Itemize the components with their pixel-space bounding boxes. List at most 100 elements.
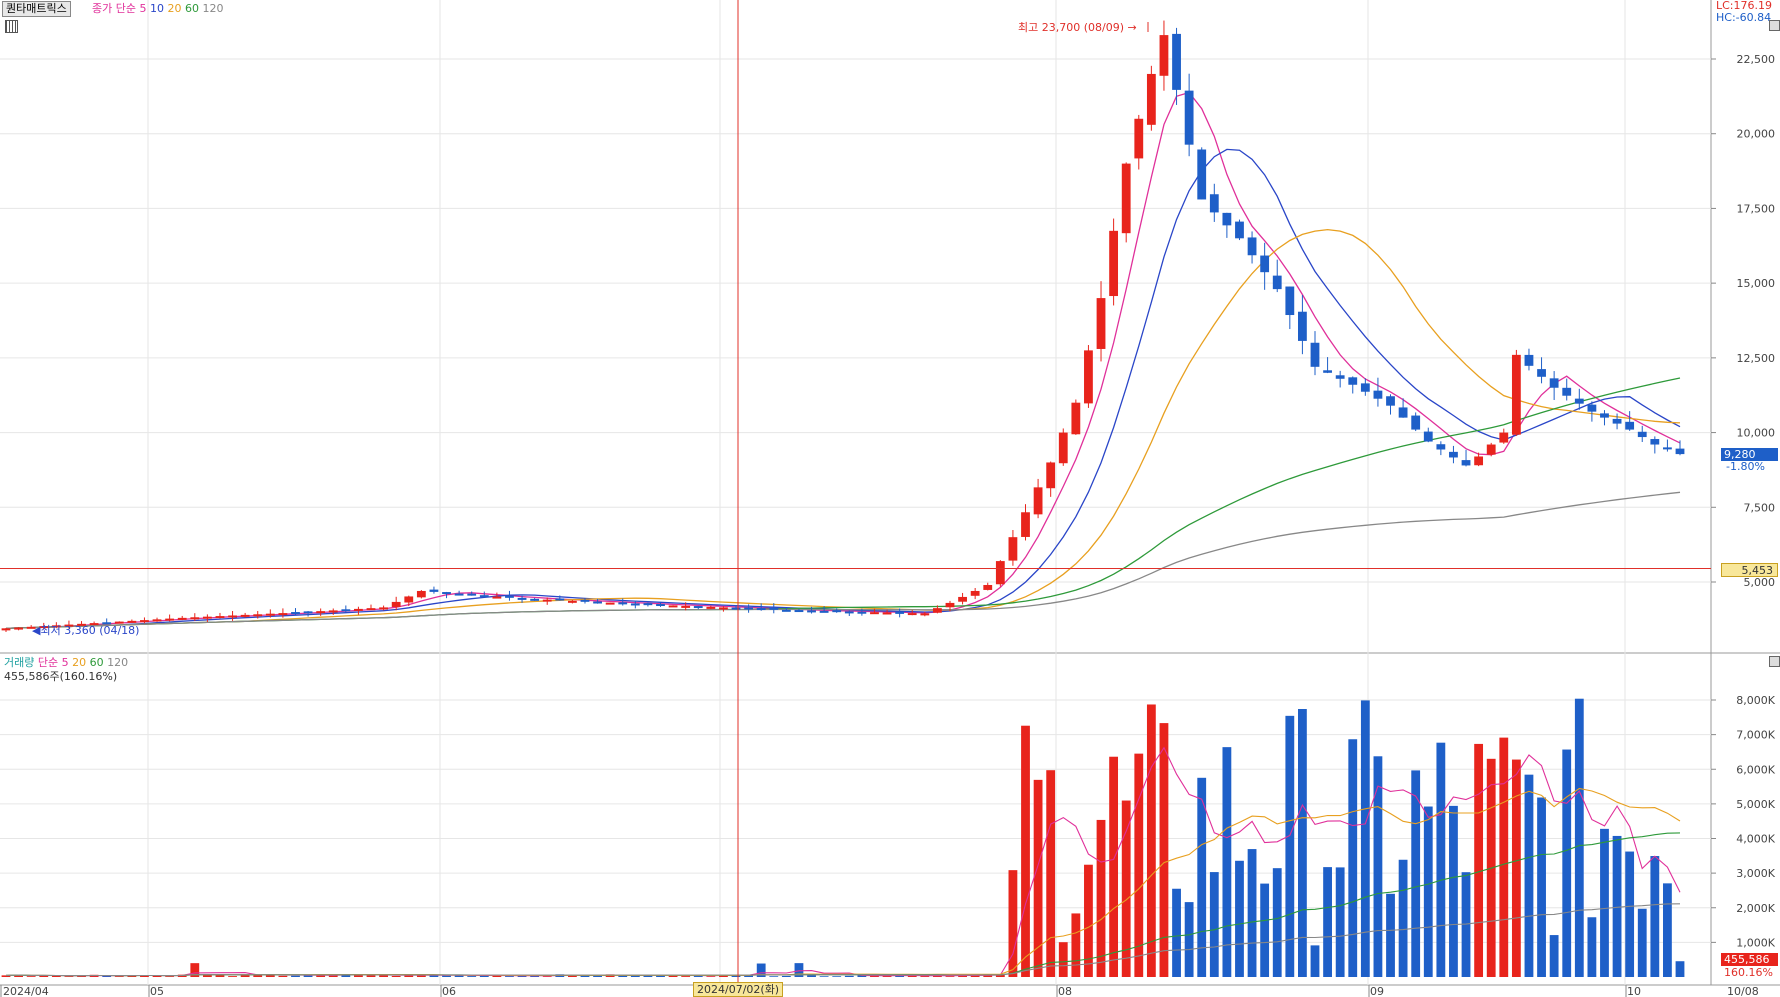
candle-body [354, 608, 363, 611]
volume-current: 455,586주(160.16%) [4, 670, 118, 683]
low-annotation: ◀최저 3,360 (04/18) [32, 622, 139, 638]
stock-chart: 22,500 20,000 17,500 15,000 12,500 10,000 7,50… [0, 0, 1780, 997]
candle-body [668, 605, 678, 608]
price-legend: 종가 단순 5 10 20 60 120 [92, 1, 223, 16]
volume-bar [832, 976, 842, 977]
candle-body [882, 612, 892, 615]
volume-bar [366, 975, 376, 977]
candle-body [630, 603, 640, 606]
volume-bar [769, 976, 779, 977]
candle-body [567, 600, 577, 603]
candle-body [1411, 415, 1421, 430]
volume-bar [165, 976, 175, 977]
price-tick-label: 20,000 [1737, 128, 1776, 141]
x-tick-label: 06 [442, 985, 456, 997]
volume-bar [1310, 945, 1320, 977]
legend-ma120: 120 [202, 2, 224, 15]
candle-body [731, 607, 741, 610]
candle-body [832, 610, 842, 613]
candle-body [1272, 275, 1282, 290]
grid-icon[interactable] [5, 20, 18, 33]
candle-body [1663, 447, 1672, 450]
candle-body [442, 592, 451, 595]
candle-body [1511, 354, 1521, 435]
volume-bar [467, 976, 477, 977]
volume-bar [1637, 908, 1647, 977]
volume-bar [1172, 888, 1181, 977]
candle-body [341, 609, 351, 612]
volume-bar [1058, 942, 1068, 977]
volume-bar [505, 976, 514, 977]
candle-body [530, 598, 540, 601]
candle-body [932, 608, 942, 613]
volume-bar [1046, 770, 1056, 977]
volume-tick-label: 2,000K [1736, 902, 1775, 915]
candle-body [1172, 33, 1181, 90]
candle-body [1637, 431, 1647, 438]
volume-bar [1474, 743, 1484, 977]
candle-body [1146, 73, 1156, 125]
candle-body [807, 610, 816, 613]
volume-tick-label: 1,000K [1736, 936, 1775, 949]
candle-body [391, 601, 401, 607]
volume-bar [1021, 725, 1030, 977]
high-annotation: 최고 23,700 (08/09) → [1018, 19, 1137, 35]
candle-body [870, 612, 879, 615]
candle-body [1323, 370, 1332, 373]
volume-bar [681, 976, 691, 977]
volume-bar [1650, 856, 1660, 977]
candle-body [165, 618, 175, 621]
volume-panel-button[interactable] [1769, 656, 1780, 667]
candle-body [983, 584, 993, 590]
candle-body [1537, 369, 1546, 377]
volume-bar [354, 975, 363, 977]
volume-bar [1184, 902, 1194, 977]
volume-bar [1235, 860, 1244, 977]
candle-body [366, 608, 376, 611]
candle-body [1260, 255, 1270, 273]
candle-body [1096, 298, 1106, 349]
volume-bar [391, 975, 401, 977]
candle-body [1021, 512, 1030, 537]
candle-body [177, 617, 187, 620]
hline-tag: 5,453 [1721, 563, 1778, 577]
title-tab[interactable]: 퀀타매트릭스 [2, 1, 71, 17]
cursor-date: 2024/07/02(화) [693, 982, 784, 997]
candle-body [1285, 286, 1295, 316]
volume-bar [1222, 747, 1232, 977]
candle-body [1197, 149, 1207, 200]
volume-bar [1146, 704, 1156, 977]
volume-bar [1524, 774, 1534, 977]
price-change: -1.80% [1726, 460, 1765, 473]
candle-body [1587, 404, 1597, 412]
candle-body [1612, 418, 1622, 424]
volume-bar [1247, 849, 1257, 977]
volume-bar [1449, 805, 1458, 977]
volume-bar [1084, 864, 1093, 977]
legend-ma60: 60 [184, 2, 199, 15]
candle-body [492, 596, 502, 599]
x-tick-label: 05 [150, 985, 164, 997]
candle-body [1235, 221, 1244, 239]
candle-body [328, 610, 338, 613]
volume-bar [1574, 698, 1584, 977]
volume-bar [1008, 870, 1018, 977]
candle-body [1121, 163, 1131, 234]
vlegend-ma5: 5 [61, 656, 69, 669]
volume-bar [1562, 749, 1572, 977]
volume-bar [580, 975, 590, 977]
legend-ma20: 20 [167, 2, 182, 15]
price-panel-button[interactable] [1769, 20, 1780, 31]
candle-body [1449, 451, 1458, 458]
volume-bar [1298, 709, 1307, 977]
volume-bar [1260, 883, 1270, 977]
volume-bar [278, 975, 288, 977]
candle-body [907, 613, 917, 616]
volume-tick-label: 6,000K [1736, 763, 1775, 776]
volume-bar [1612, 835, 1622, 977]
price-tick-label: 12,500 [1737, 352, 1776, 365]
candle-body [1549, 378, 1559, 388]
volume-bar [1134, 753, 1144, 977]
candle-body [265, 613, 275, 616]
candle-body [706, 606, 716, 609]
